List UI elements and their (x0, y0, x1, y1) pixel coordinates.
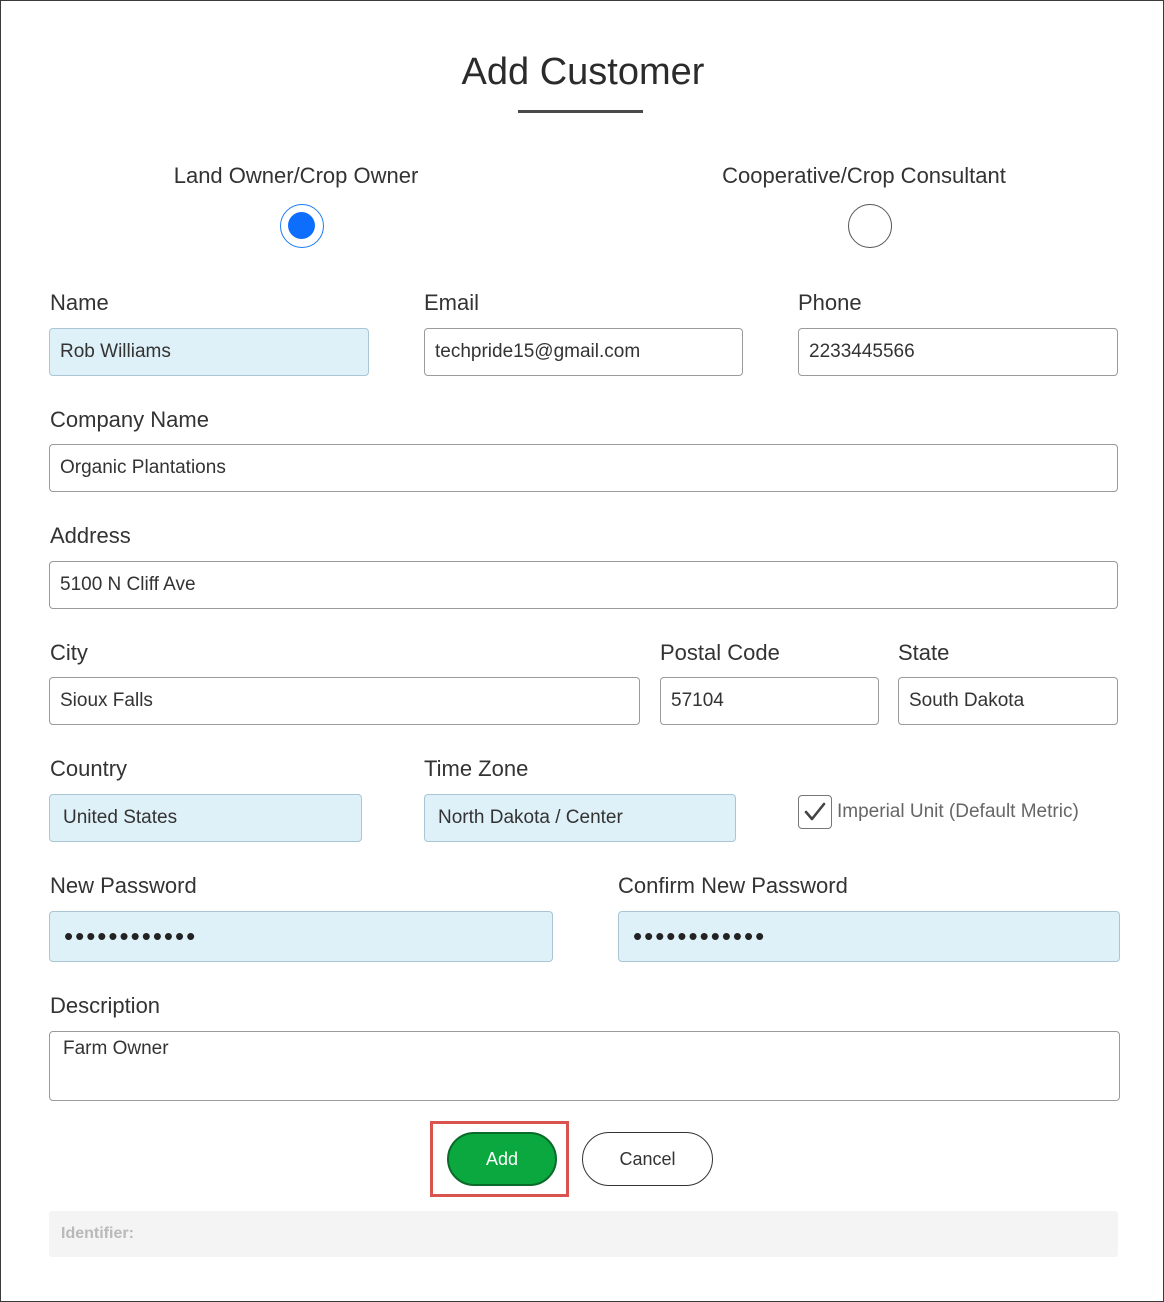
email-field[interactable]: techpride15@gmail.com (424, 328, 743, 376)
radio-label-land-owner: Land Owner/Crop Owner (173, 163, 419, 188)
state-field[interactable]: South Dakota (898, 677, 1118, 725)
email-label: Email (424, 290, 480, 315)
description-field[interactable]: Farm Owner (49, 1031, 1120, 1101)
confirm-password-label: Confirm New Password (618, 873, 848, 898)
address-field[interactable]: 5100 N Cliff Ave (49, 561, 1118, 609)
radio-cooperative[interactable] (848, 204, 892, 248)
identifier-bar: Identifier: (49, 1211, 1118, 1257)
phone-label: Phone (798, 290, 862, 315)
add-customer-dialog: Add Customer Land Owner/Crop Owner Coope… (0, 0, 1164, 1302)
cancel-button[interactable]: Cancel (582, 1132, 713, 1186)
page-title: Add Customer (461, 51, 705, 93)
description-label: Description (50, 993, 161, 1018)
title-underline (518, 110, 643, 113)
address-label: Address (50, 523, 131, 548)
new-password-label: New Password (50, 873, 197, 898)
country-select[interactable]: United States (49, 794, 362, 842)
company-name-label: Company Name (50, 407, 209, 432)
confirm-password-field[interactable]: •••••••••••• (618, 911, 1120, 962)
postal-code-label: Postal Code (660, 640, 780, 665)
city-field[interactable]: Sioux Falls (49, 677, 640, 725)
time-zone-select[interactable]: North Dakota / Center (424, 794, 736, 842)
imperial-unit-checkbox[interactable] (798, 795, 832, 829)
identifier-label: Identifier: (61, 1225, 134, 1242)
company-name-field[interactable]: Organic Plantations (49, 444, 1118, 492)
radio-land-owner[interactable] (280, 204, 324, 248)
phone-field[interactable]: 2233445566 (798, 328, 1118, 376)
postal-code-field[interactable]: 57104 (660, 677, 879, 725)
new-password-field[interactable]: •••••••••••• (49, 911, 553, 962)
radio-label-cooperative: Cooperative/Crop Consultant (722, 163, 1006, 188)
radio-option-cooperative: Cooperative/Crop Consultant (709, 163, 1019, 189)
name-field[interactable]: Rob Williams (49, 328, 369, 376)
city-label: City (50, 640, 88, 665)
state-label: State (898, 640, 950, 665)
country-label: Country (50, 756, 128, 781)
radio-option-land-owner: Land Owner/Crop Owner (161, 163, 431, 189)
checkmark-icon (804, 802, 826, 821)
time-zone-label: Time Zone (424, 756, 529, 781)
radio-selected-dot (288, 212, 315, 239)
add-button[interactable]: Add (447, 1132, 557, 1186)
imperial-unit-label: Imperial Unit (Default Metric) (837, 801, 1079, 822)
name-label: Name (50, 290, 109, 315)
